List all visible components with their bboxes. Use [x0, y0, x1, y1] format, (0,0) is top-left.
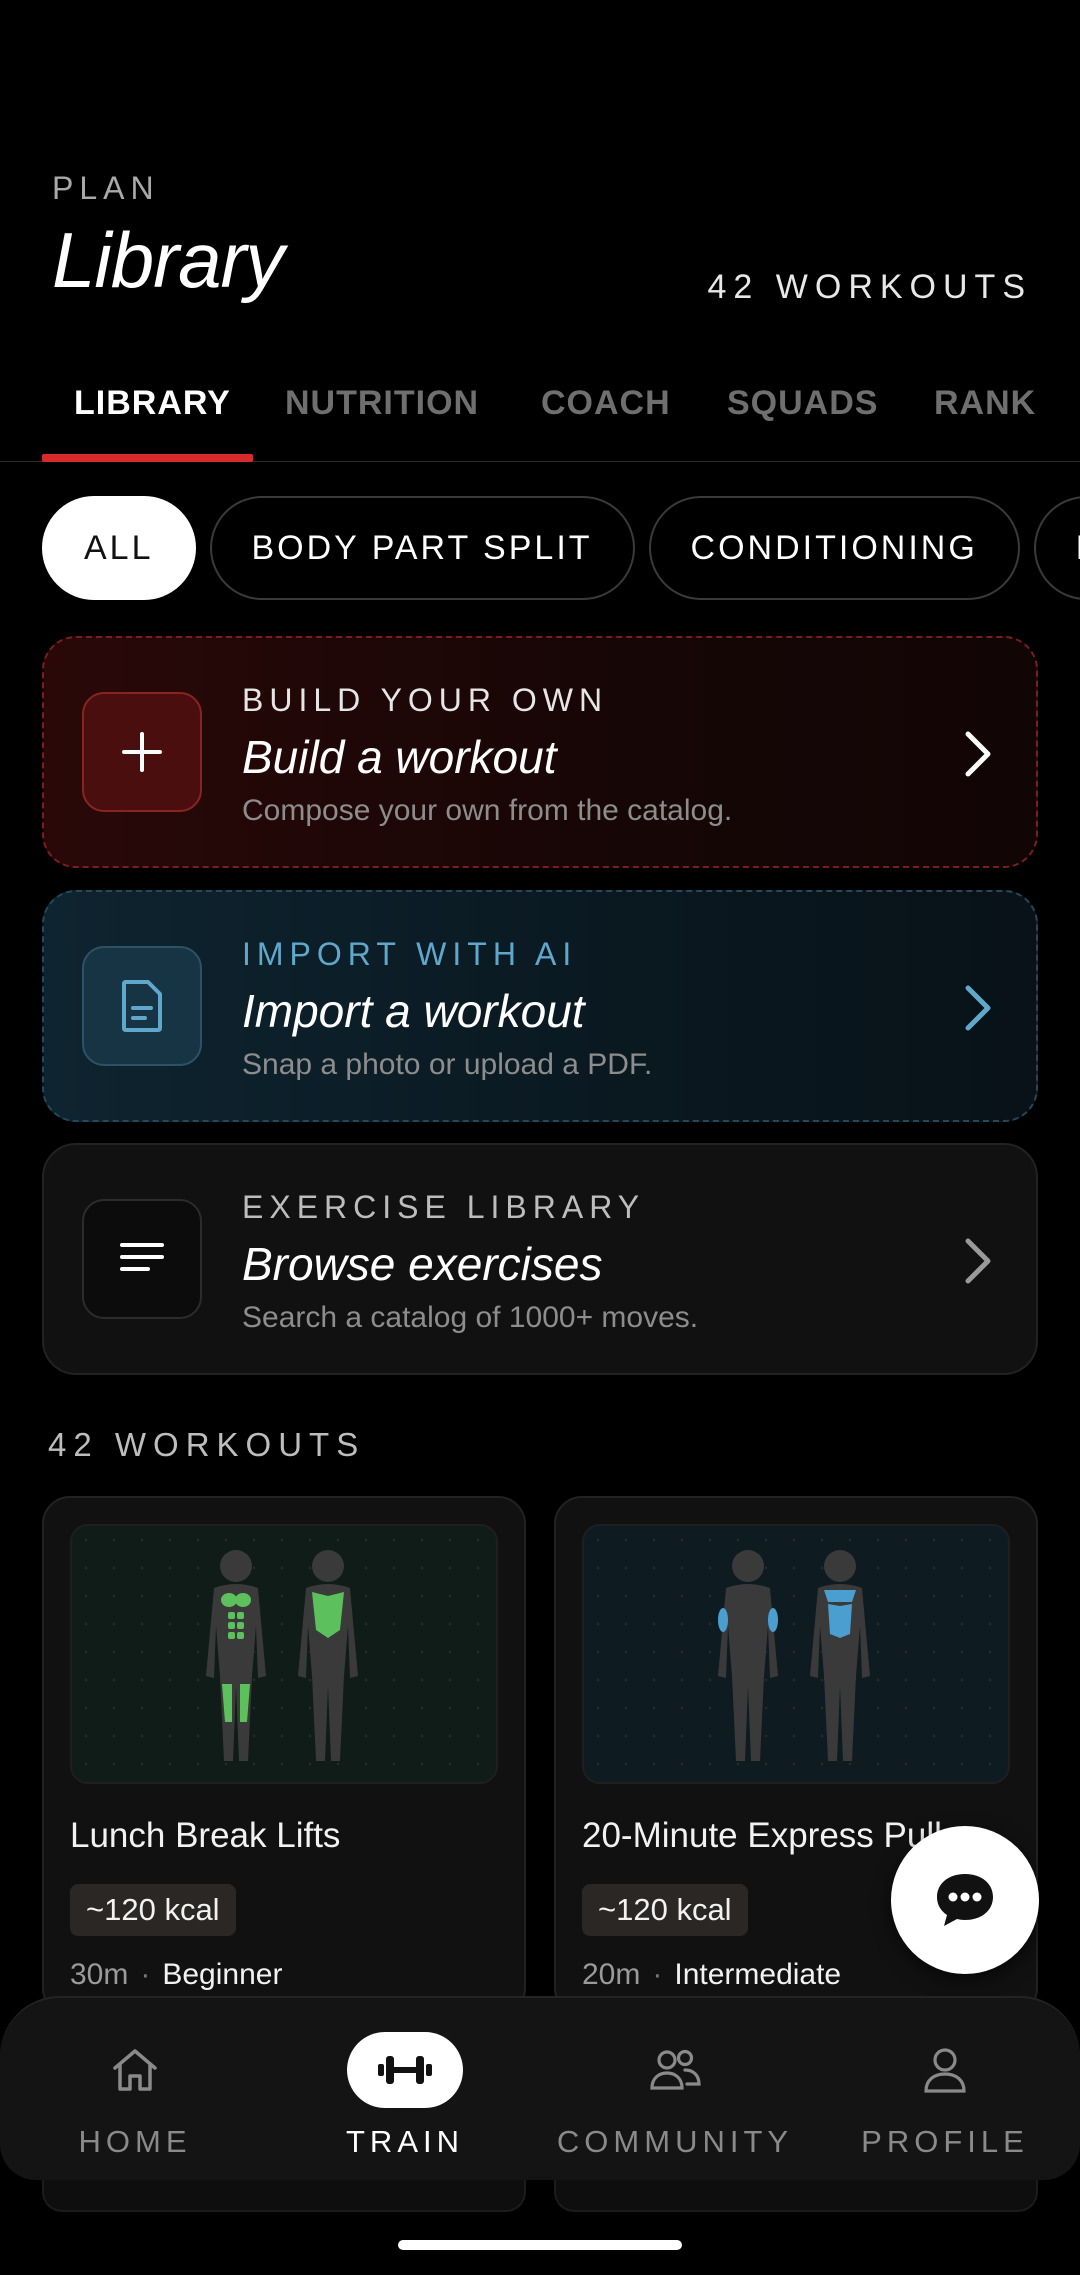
document-icon	[82, 946, 202, 1066]
dumbbell-icon	[347, 2032, 463, 2108]
nav-community[interactable]: COMMUNITY	[540, 1998, 810, 2182]
exercise-card-subtitle: Search a catalog of 1000+ moves.	[242, 1301, 699, 1334]
home-indicator-bar[interactable]	[398, 2240, 682, 2250]
import-card-subtitle: Snap a photo or upload a PDF.	[242, 1048, 653, 1081]
exercise-card-kicker: EXERCISE LIBRARY	[242, 1189, 646, 1225]
import-card-title: Import a workout	[242, 985, 585, 1037]
nav-profile[interactable]: PROFILE	[810, 1998, 1080, 2182]
nav-train[interactable]: TRAIN	[270, 1998, 540, 2182]
tab-squads[interactable]: SQUADS	[727, 384, 878, 423]
filter-chips: ALLBODY PART SPLITCONDITIONING FUL	[42, 496, 1080, 600]
tab-nutrition[interactable]: NUTRITION	[285, 384, 479, 423]
kcal-badge: ~120 kcal	[70, 1884, 236, 1936]
plus-icon	[82, 692, 202, 812]
chat-icon	[937, 1874, 993, 1926]
tab-library[interactable]: LIBRARY	[74, 384, 231, 423]
tab-active-indicator	[42, 454, 253, 462]
nav-label: COMMUNITY	[556, 2124, 794, 2159]
chevron-right-icon	[965, 731, 991, 777]
nav-label: TRAIN	[346, 2124, 464, 2159]
import-card-kicker: IMPORT WITH AI	[242, 936, 578, 972]
build-workout-card[interactable]: BUILD YOUR OWN Build a workout Compose y…	[42, 636, 1038, 868]
workout-card[interactable]: Lunch Break Lifts ~120 kcal 30m · Beginner	[42, 1496, 526, 2016]
filter-chip-full[interactable]: FUL	[1033, 496, 1080, 600]
bottom-navigation: HOME TRAIN COMMUNITY PROFILE	[0, 1996, 1080, 2180]
workout-duration: 30m	[70, 1958, 129, 1991]
import-workout-card[interactable]: IMPORT WITH AI Import a workout Snap a p…	[42, 890, 1038, 1122]
workout-meta: 20m · Intermediate	[582, 1958, 842, 1991]
filter-chip-body-part-split[interactable]: BODY PART SPLIT	[209, 496, 635, 600]
build-card-kicker: BUILD YOUR OWN	[242, 682, 609, 718]
workout-title: Lunch Break Lifts	[70, 1816, 341, 1855]
community-icon	[617, 2032, 733, 2108]
build-card-subtitle: Compose your own from the catalog.	[242, 794, 733, 827]
workout-level: Beginner	[162, 1958, 283, 1991]
workout-duration: 20m	[582, 1958, 641, 1991]
muscle-map-image	[582, 1524, 1010, 1784]
workout-count: 42 WORKOUTS	[707, 268, 1032, 306]
nav-label: HOME	[78, 2124, 192, 2159]
list-icon	[82, 1199, 202, 1319]
build-card-title: Build a workout	[242, 731, 557, 783]
exercise-card-title: Browse exercises	[242, 1238, 603, 1290]
muscle-map-image	[70, 1524, 498, 1784]
workout-title: 20-Minute Express Pull	[582, 1816, 942, 1855]
chevron-right-icon	[965, 985, 991, 1031]
kcal-badge: ~120 kcal	[582, 1884, 748, 1936]
workout-card-partial	[554, 2180, 1038, 2212]
page-eyebrow: PLAN	[52, 170, 160, 206]
tab-coach[interactable]: COACH	[541, 384, 671, 423]
chat-button[interactable]	[891, 1826, 1039, 1974]
tab-rank[interactable]: RANK	[934, 384, 1036, 423]
home-icon	[77, 2032, 193, 2108]
exercise-library-card[interactable]: EXERCISE LIBRARY Browse exercises Search…	[42, 1143, 1038, 1375]
filter-chip-conditioning[interactable]: CONDITIONING	[648, 496, 1020, 600]
nav-label: PROFILE	[861, 2124, 1029, 2159]
top-tabs: LIBRARY NUTRITION COACH SQUADS RANK	[0, 370, 1080, 462]
person-icon	[887, 2032, 1003, 2108]
nav-home[interactable]: HOME	[0, 1998, 270, 2182]
workout-card-partial	[42, 2180, 526, 2212]
workout-level: Intermediate	[674, 1958, 842, 1991]
workouts-section-label: 42 WORKOUTS	[48, 1426, 366, 1463]
workout-meta: 30m · Beginner	[70, 1958, 283, 1991]
filter-chip-all[interactable]: ALL	[42, 496, 196, 600]
chevron-right-icon	[965, 1238, 991, 1284]
